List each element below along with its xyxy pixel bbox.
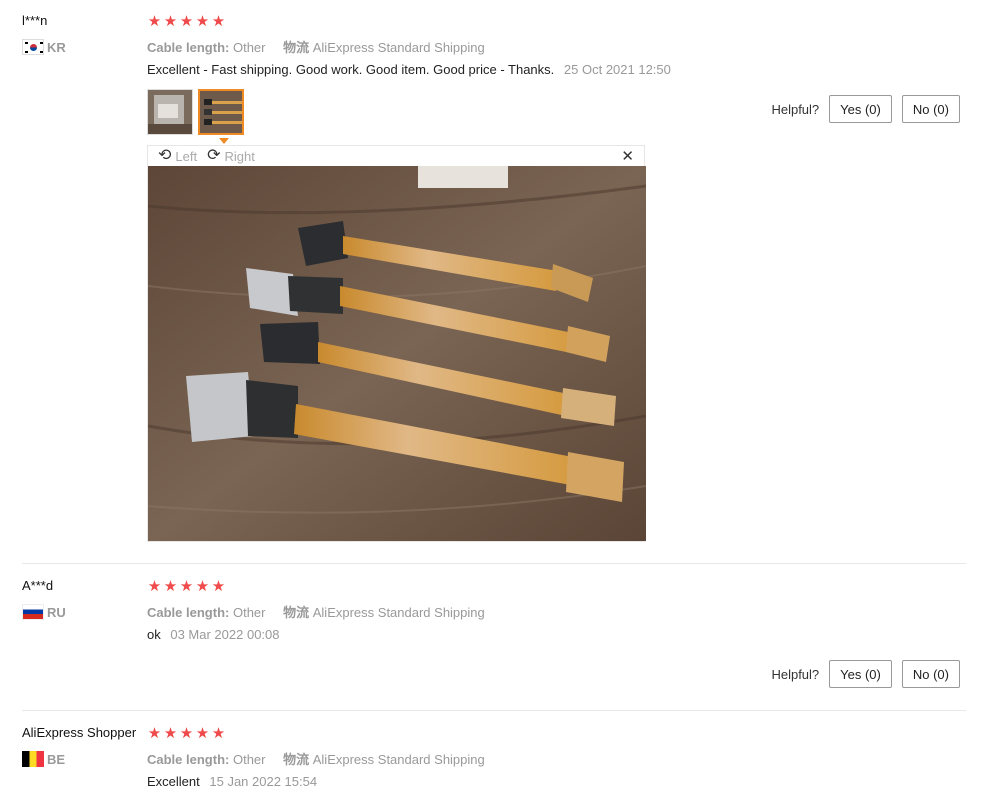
logistics-value: AliExpress Standard Shipping xyxy=(312,40,485,55)
cable-length-value: Other xyxy=(232,40,266,55)
helpful-label: Helpful? xyxy=(771,666,820,682)
star-icon: ★ xyxy=(147,725,162,742)
country-code: RU xyxy=(47,604,66,620)
rotate-left-icon: ⟲ xyxy=(158,147,172,164)
cable-length-label: Cable length: xyxy=(147,605,230,620)
rotate-right-button[interactable]: ⟳ Right xyxy=(207,148,255,164)
review-photo-thumbnail-selected[interactable] xyxy=(198,89,244,135)
helpful-label: Helpful? xyxy=(771,101,820,117)
review-content: Excellent 15 Jan 2022 15:54 xyxy=(147,774,317,789)
reviewer-name: AliExpress Shopper xyxy=(22,725,137,740)
star-icon: ★ xyxy=(179,578,194,595)
cable-length-value: Other xyxy=(232,752,266,767)
review-date: 25 Oct 2021 12:50 xyxy=(563,62,671,77)
review-attributes: Cable length: Other 物流 AliExpress Standa… xyxy=(147,37,485,56)
review-divider xyxy=(22,563,966,564)
star-icon: ★ xyxy=(147,578,162,595)
star-rating: ★ ★ ★ ★ ★ xyxy=(147,14,226,29)
review-photo-thumbnail[interactable] xyxy=(147,89,193,135)
star-icon: ★ xyxy=(211,578,226,595)
selected-thumbnail-caret xyxy=(219,138,229,144)
rotate-left-label: Left xyxy=(175,148,198,164)
star-icon: ★ xyxy=(163,13,178,30)
helpful-votes: Helpful? Yes (0) No (0) xyxy=(771,95,960,123)
cable-length-label: Cable length: xyxy=(147,40,230,55)
logistics-value: AliExpress Standard Shipping xyxy=(312,752,485,767)
reviewer-country: BE xyxy=(22,751,65,767)
photo-viewer-toolbar: ⟲ Left ⟳ Right ✕ xyxy=(148,146,644,166)
review-divider xyxy=(22,710,966,711)
logistics-label: 物流 xyxy=(283,605,310,620)
rotate-left-button[interactable]: ⟲ Left xyxy=(158,148,197,164)
rotate-right-label: Right xyxy=(224,148,255,164)
logistics-label: 物流 xyxy=(283,752,310,767)
reviewer-country: RU xyxy=(22,604,66,620)
star-icon: ★ xyxy=(195,725,210,742)
review-date: 03 Mar 2022 00:08 xyxy=(170,627,280,642)
reviewer-name: l***n xyxy=(22,13,48,28)
logistics-label: 物流 xyxy=(283,40,310,55)
cable-length-label: Cable length: xyxy=(147,752,230,767)
star-icon: ★ xyxy=(147,13,162,30)
star-icon: ★ xyxy=(195,13,210,30)
star-icon: ★ xyxy=(195,578,210,595)
close-icon[interactable]: ✕ xyxy=(621,147,634,165)
review-photo-large xyxy=(148,166,646,541)
logistics-value: AliExpress Standard Shipping xyxy=(312,605,485,620)
cable-length-value: Other xyxy=(232,605,266,620)
review-text: ok xyxy=(147,627,161,642)
review-content: Excellent - Fast shipping. Good work. Go… xyxy=(147,62,671,77)
helpful-no-button[interactable]: No (0) xyxy=(901,660,960,688)
belgium-flag-icon xyxy=(22,751,44,767)
rotate-right-icon: ⟳ xyxy=(207,147,221,164)
star-icon: ★ xyxy=(179,13,194,30)
review-attributes: Cable length: Other 物流 AliExpress Standa… xyxy=(147,602,485,621)
star-icon: ★ xyxy=(163,725,178,742)
helpful-votes: Helpful? Yes (0) No (0) xyxy=(771,660,960,688)
review-date: 15 Jan 2022 15:54 xyxy=(209,774,318,789)
helpful-yes-button[interactable]: Yes (0) xyxy=(829,95,892,123)
country-code: BE xyxy=(47,751,66,767)
helpful-no-button[interactable]: No (0) xyxy=(901,95,960,123)
star-rating: ★ ★ ★ ★ ★ xyxy=(147,726,226,741)
korea-flag-icon xyxy=(22,39,44,55)
star-icon: ★ xyxy=(163,578,178,595)
helpful-yes-button[interactable]: Yes (0) xyxy=(829,660,892,688)
russia-flag-icon xyxy=(22,604,44,620)
review-attributes: Cable length: Other 物流 AliExpress Standa… xyxy=(147,749,485,768)
review-photo-thumbnails xyxy=(147,89,244,135)
reviewer-country: KR xyxy=(22,39,66,55)
star-rating: ★ ★ ★ ★ ★ xyxy=(147,579,226,594)
star-icon: ★ xyxy=(211,13,226,30)
photo-viewer: ⟲ Left ⟳ Right ✕ xyxy=(147,145,646,542)
review-content: ok 03 Mar 2022 00:08 xyxy=(147,627,280,642)
reviewer-name: A***d xyxy=(22,578,54,593)
country-code: KR xyxy=(47,39,66,55)
star-icon: ★ xyxy=(179,725,194,742)
review-text: Excellent xyxy=(147,774,200,789)
star-icon: ★ xyxy=(211,725,226,742)
review-text: Excellent - Fast shipping. Good work. Go… xyxy=(147,62,555,77)
